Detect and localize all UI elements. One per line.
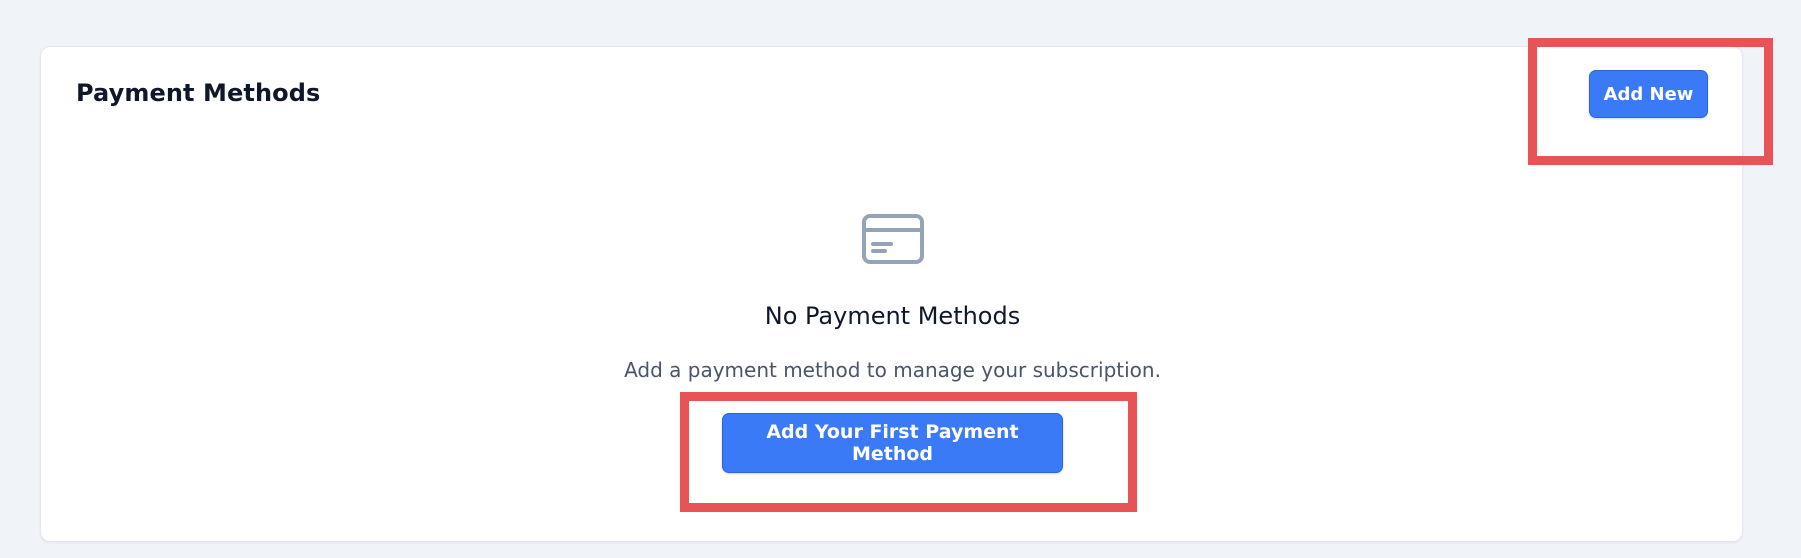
payment-methods-card: Payment Methods Add New No Payment Metho… (40, 46, 1743, 542)
add-new-button[interactable]: Add New (1589, 70, 1708, 118)
card-title: Payment Methods (76, 79, 321, 107)
add-first-payment-method-button[interactable]: Add Your First Payment Method (722, 413, 1063, 473)
empty-state-description: Add a payment method to manage your subs… (624, 358, 1161, 382)
empty-state-title: No Payment Methods (764, 302, 1021, 330)
credit-card-icon (861, 213, 925, 265)
